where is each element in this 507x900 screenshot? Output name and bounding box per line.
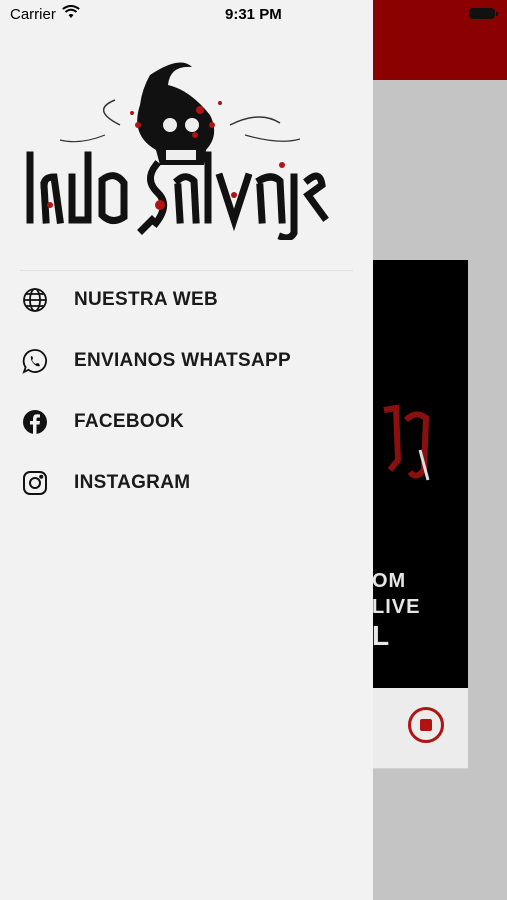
brand-logo <box>20 55 330 242</box>
stop-button[interactable] <box>408 707 444 743</box>
menu-item-facebook[interactable]: FACEBOOK <box>0 392 373 452</box>
album-art-text: OM LIVE L <box>372 570 421 651</box>
wifi-icon <box>62 5 80 23</box>
globe-icon <box>22 287 48 313</box>
menu-item-nuestra-web[interactable]: NUESTRA WEB <box>0 270 373 330</box>
menu-item-label: INSTAGRAM <box>74 472 191 493</box>
whatsapp-icon <box>22 348 48 374</box>
menu-item-label: NUESTRA WEB <box>74 289 219 310</box>
status-bar: Carrier 9:31 PM <box>0 0 507 28</box>
status-time: 9:31 PM <box>225 6 282 23</box>
carrier-label: Carrier <box>10 6 56 23</box>
instagram-icon <box>22 470 48 496</box>
menu-item-label: ENVIANOS WHATSAPP <box>74 350 291 371</box>
facebook-icon <box>22 409 48 435</box>
menu-item-label: FACEBOOK <box>74 411 185 432</box>
menu-item-instagram[interactable]: INSTAGRAM <box>0 453 373 513</box>
menu-item-whatsapp[interactable]: ENVIANOS WHATSAPP <box>0 331 373 391</box>
album-art-logo-fragment <box>376 400 436 490</box>
side-drawer: NUESTRA WEB ENVIANOS WHATSAPP FACEBOOK I… <box>0 0 373 900</box>
